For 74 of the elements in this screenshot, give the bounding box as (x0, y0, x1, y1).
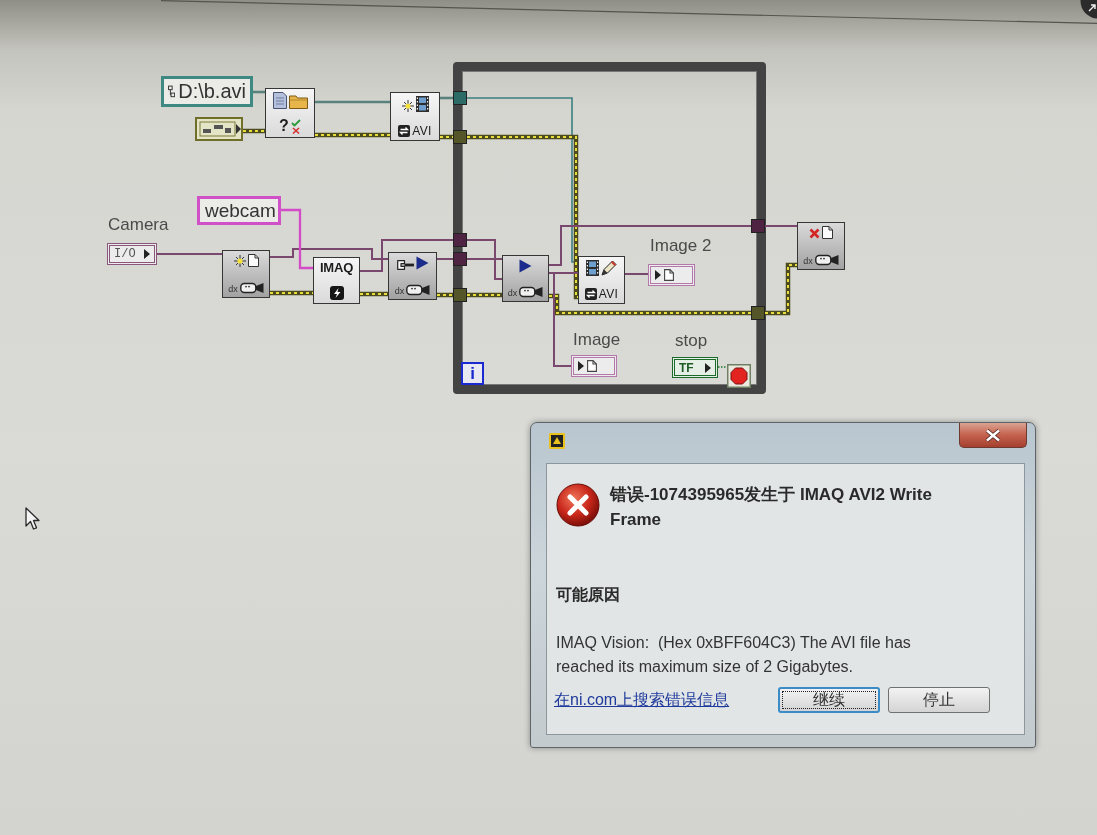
section-title: 可能原因 (556, 585, 620, 605)
node-glyph: dx (394, 287, 405, 296)
wire (156, 253, 223, 255)
app-icon (549, 433, 565, 449)
mouse-pointer-icon (25, 507, 40, 531)
arrow-icon (144, 249, 150, 259)
play-icon (415, 256, 429, 270)
loop-tunnel (453, 252, 467, 266)
terminal-label: Camera (108, 215, 169, 235)
error-heading: 错误-1074395965发生于 IMAQ AVI2 Write Frame (610, 484, 933, 531)
film-strip-icon (415, 96, 429, 112)
error-message: IMAQ Vision: (Hex 0xBFF604C3) The AVI file has reached its maximum size of 2 Gigabytes. (556, 633, 912, 677)
loop-tunnel (751, 306, 765, 320)
node-glyph: ? (279, 118, 289, 134)
error-wire (242, 128, 266, 134)
loop-tunnel (453, 91, 467, 105)
stop-terminal-icon (727, 364, 751, 388)
arrow-icon (578, 361, 584, 371)
swap-arrows-icon (398, 125, 411, 137)
dialog-button[interactable]: 继续 (778, 687, 880, 713)
terminal-label: Image 2 (650, 236, 712, 256)
arrow-button-icon (1080, 0, 1097, 19)
camera-icon (519, 286, 544, 298)
error-wire (269, 290, 314, 296)
node-glyph: dx (507, 289, 518, 298)
document-icon (272, 92, 287, 109)
loop-tunnel (453, 288, 467, 302)
camera-icon (239, 282, 264, 294)
error-wire (359, 291, 389, 297)
node-glyph: AVI (598, 288, 619, 300)
film-strip-icon (586, 260, 599, 276)
iteration-terminal: i (461, 362, 484, 385)
node-glyph: AVI (412, 125, 432, 137)
folder-icon (288, 94, 308, 109)
arrow-icon (705, 362, 711, 373)
wire (764, 225, 798, 227)
search-link[interactable]: 在ni.com上搜索错误信息 (554, 689, 730, 711)
close-button[interactable] (959, 423, 1027, 448)
string-constant: webcam (197, 196, 281, 225)
sparkle-icon (401, 100, 414, 112)
image-icon (664, 269, 674, 281)
document-icon (822, 226, 833, 239)
error-cluster-icon (195, 117, 243, 141)
error-wire (764, 262, 798, 316)
wire (624, 273, 649, 275)
node-glyph: dx (803, 257, 813, 266)
wrench-icon (396, 260, 414, 270)
wire (717, 366, 728, 368)
terminal-label: stop (675, 331, 708, 351)
path-value: D:\b.avi (178, 80, 246, 103)
camera-icon (814, 254, 839, 266)
lightning-icon (329, 286, 344, 300)
terminal-glyph: I/O (114, 247, 136, 261)
dialog-button[interactable]: 停止 (888, 687, 990, 713)
path-icon (168, 84, 176, 99)
loop-tunnel (453, 130, 467, 144)
play-icon (519, 259, 532, 273)
close-icon (985, 428, 1001, 442)
terminal-label: Image (573, 330, 621, 350)
error-icon (556, 483, 600, 527)
arrow-icon (655, 270, 661, 280)
swap-arrows-icon (584, 288, 597, 300)
terminal-glyph: TF (679, 360, 694, 375)
loop-tunnel (453, 233, 467, 247)
check-cross-icon (290, 119, 301, 134)
document-icon (247, 254, 259, 267)
node-glyph: IMAQ (319, 261, 354, 274)
camera-icon (406, 284, 431, 296)
image-icon (587, 360, 597, 372)
pencil-icon (601, 260, 617, 276)
cross-icon (809, 228, 820, 239)
loop-tunnel (751, 219, 765, 233)
sparkle-icon (233, 255, 246, 267)
node-glyph: dx (228, 285, 238, 294)
